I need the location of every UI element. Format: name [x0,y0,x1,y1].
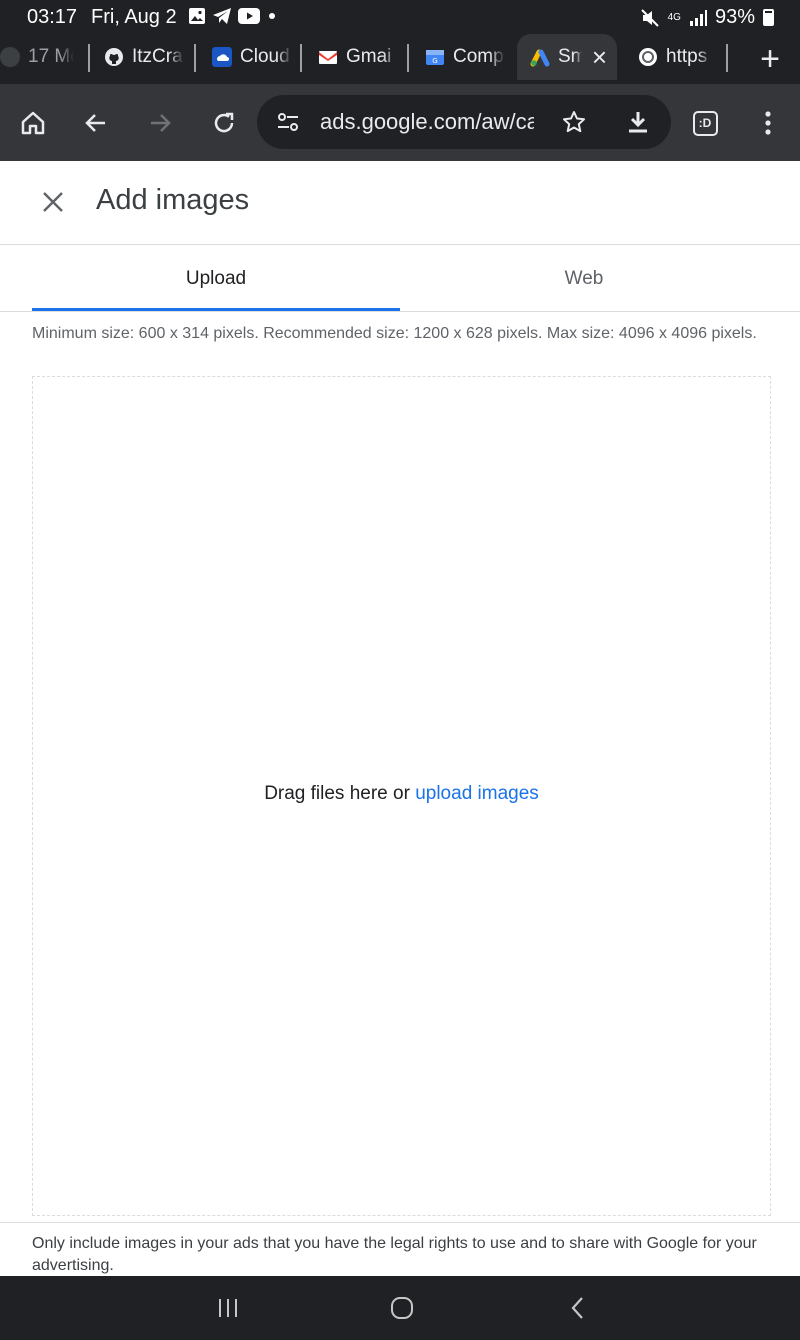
reload-button[interactable] [205,104,243,142]
drop-instruction: Drag files here or [264,783,416,804]
google-ads-icon [530,49,550,67]
status-date: Fri, Aug 2 [91,6,177,28]
tab-label: Cloud [240,46,290,67]
browser-tab[interactable]: Cloud [212,34,302,80]
close-dialog-button[interactable] [36,185,70,219]
forward-arrow-icon [151,114,171,132]
size-requirements-note: Minimum size: 600 x 314 pixels. Recommen… [32,325,757,342]
reload-icon [214,112,234,133]
store-icon: G [426,50,444,65]
youtube-icon [238,8,260,24]
home-icon [21,111,45,135]
omnibox[interactable]: ads.google.com/aw/ca [257,95,671,149]
status-right: 4G 93% [640,6,774,29]
tab-label: Gmai [346,46,392,67]
chevron-left-icon [571,1297,583,1319]
download-icon[interactable] [625,109,651,135]
svg-text:G: G [432,57,437,65]
tab-divider [194,44,196,72]
tune-icon[interactable] [276,110,300,134]
tab-label: Sm [558,46,582,67]
tab-divider [88,44,90,72]
tab-label: ItzCra [132,46,183,67]
mute-icon [640,8,659,27]
active-tab-indicator [32,308,400,311]
tab-web[interactable]: Web [400,246,768,311]
close-icon [43,192,63,212]
recents-button[interactable] [210,1292,246,1324]
status-time: 03:17 [27,6,78,28]
back-nav-button[interactable] [560,1292,596,1324]
notification-icons [188,7,278,25]
tab-label: https [666,46,708,67]
upload-images-link[interactable]: upload images [415,783,539,804]
browser-tab-active[interactable]: Sm × [517,34,617,80]
tab-divider [300,44,302,72]
browser-toolbar: ads.google.com/aw/ca :D [0,84,800,161]
tab-divider [726,44,728,72]
status-bar: 03:17 Fri, Aug 2 4G 93% [0,0,800,34]
system-nav-bar [0,1276,800,1340]
dark-icon [0,47,20,67]
cloud-icon [212,47,232,67]
menu-button[interactable] [749,104,787,142]
browser-tab[interactable]: https [638,34,728,80]
browser-tab[interactable]: 17 Mo [0,34,80,80]
forward-button[interactable] [141,104,179,142]
tab-switcher-button[interactable]: :D [686,104,724,142]
drop-zone[interactable]: Drag files here or upload images [32,376,771,1216]
back-arrow-icon [85,114,105,132]
source-tabs: Upload Web [0,246,800,312]
dialog-header: Add images [0,161,800,245]
dialog-title: Add images [96,184,250,216]
footer-divider [0,1222,800,1223]
battery-percent: 93% [714,6,755,28]
url-text[interactable]: ads.google.com/aw/ca [320,109,534,135]
close-tab-icon[interactable]: × [592,42,607,73]
recents-icon [219,1299,237,1317]
globe-icon [639,48,657,66]
more-vert-icon [765,111,771,135]
network-type: 4G [667,11,681,23]
tab-upload[interactable]: Upload [32,246,400,311]
tab-switcher-icon: :D [692,110,718,136]
tab-label: 17 Mo [28,46,74,67]
tab-label: Comp [453,46,504,67]
home-circle-icon [391,1297,413,1319]
battery-icon [763,9,774,26]
new-tab-icon[interactable]: + [760,40,780,79]
browser-tab[interactable]: G Comp [425,34,515,80]
legal-rights-note: Only include images in your ads that you… [32,1235,757,1274]
signal-icon [689,9,707,26]
home-button[interactable] [14,104,52,142]
back-button[interactable] [77,104,115,142]
dot-icon [269,13,275,19]
star-icon[interactable] [561,109,587,135]
drop-zone-text: Drag files here or upload images [33,783,770,805]
gallery-icon [189,8,205,24]
browser-tab[interactable]: Gmai [318,34,408,80]
gmail-icon [319,51,337,64]
browser-tab[interactable]: ItzCra [104,34,194,80]
github-icon [105,48,123,66]
tab-divider [407,44,409,72]
telegram-icon [213,8,231,24]
home-nav-button[interactable] [384,1292,420,1324]
browser-tab-strip: 17 Mo ItzCra Cloud Gmai G Comp Sm × http… [0,34,800,84]
